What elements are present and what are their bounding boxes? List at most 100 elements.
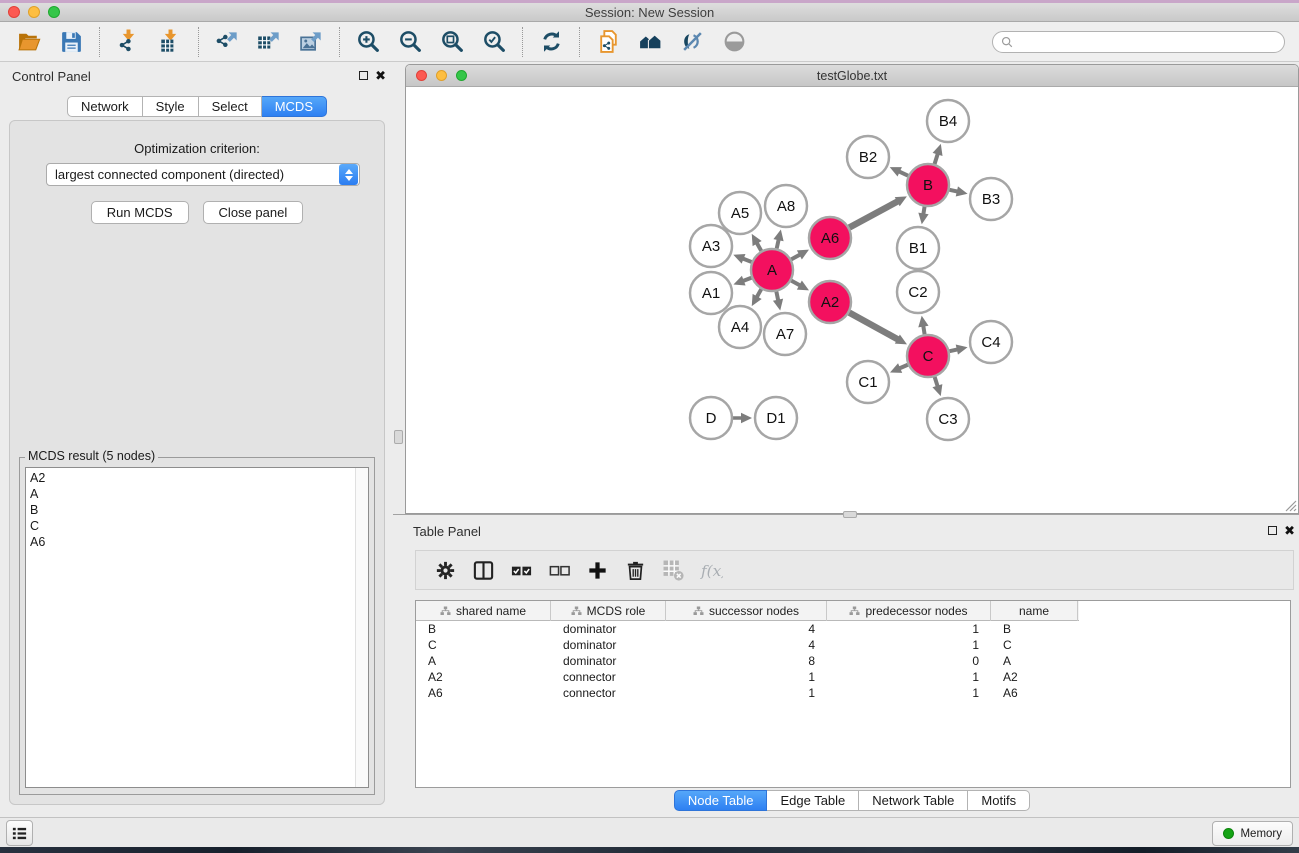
import-table-button[interactable]: [157, 29, 183, 55]
control-panel-title: Control Panel: [12, 69, 91, 84]
zoom-in-button[interactable]: [355, 29, 381, 55]
cell-predecessor-nodes: 1: [827, 622, 991, 636]
result-item[interactable]: B: [30, 502, 355, 518]
eye-button[interactable]: [721, 29, 747, 55]
zoom-selected-button[interactable]: [481, 29, 507, 55]
home-button[interactable]: [637, 29, 663, 55]
table-body: Bdominator41BCdominator41CAdominator80AA…: [416, 621, 1290, 701]
graph-node-label-D1: D1: [766, 410, 785, 427]
result-item[interactable]: C: [30, 518, 355, 534]
deselect-all-button[interactable]: [546, 557, 572, 583]
control-panel-tabs: NetworkStyleSelectMCDS: [4, 96, 390, 117]
graph-node-label-C: C: [923, 348, 934, 365]
result-item[interactable]: A2: [30, 470, 355, 486]
graph-arrowhead-A-A8: [773, 229, 783, 241]
table-row[interactable]: A6connector11A6: [416, 685, 1290, 701]
cell-name: B: [991, 622, 1078, 636]
column-header-name[interactable]: name: [991, 601, 1078, 621]
home-icon: [638, 29, 663, 54]
duplicate-network-icon: [596, 29, 621, 54]
tab-motifs[interactable]: Motifs: [968, 790, 1030, 811]
column-header-successor-nodes[interactable]: successor nodes: [666, 601, 827, 621]
tab-style[interactable]: Style: [143, 96, 199, 117]
graph-node-label-C2: C2: [908, 284, 927, 301]
open-session-button[interactable]: [16, 29, 42, 55]
graph-node-label-B2: B2: [859, 149, 877, 166]
gear-button[interactable]: [432, 557, 458, 583]
result-item[interactable]: A: [30, 486, 355, 502]
graph-node-label-B1: B1: [909, 240, 927, 257]
list-icon: [11, 825, 28, 842]
toolbar-separator: [99, 27, 100, 57]
graph-arrowhead-C-C2: [918, 316, 928, 328]
tab-network-table[interactable]: Network Table: [859, 790, 968, 811]
hide-details-button[interactable]: [679, 29, 705, 55]
vertical-divider-handle[interactable]: [394, 430, 403, 444]
graph-edge-A2-C[interactable]: [849, 313, 899, 340]
tab-network[interactable]: Network: [67, 96, 143, 117]
table-header-row: shared nameMCDS rolesuccessor nodesprede…: [416, 601, 1079, 621]
criterion-select[interactable]: largest connected component (directed): [46, 163, 360, 186]
graph-edge-A6-B[interactable]: [849, 201, 899, 228]
export-network-icon: [215, 29, 240, 54]
column-header-shared-name[interactable]: shared name: [416, 601, 551, 621]
show-panels-button[interactable]: [6, 820, 33, 846]
network-canvas[interactable]: AA1A2A3A4A5A6A7A8BB1B2B3B4CC1C2C3C4DD1: [406, 87, 1298, 513]
tab-mcds[interactable]: MCDS: [262, 96, 327, 117]
zoom-out-button[interactable]: [397, 29, 423, 55]
main-titlebar: Session: New Session: [0, 3, 1299, 22]
cell-MCDS-role: connector: [551, 686, 666, 700]
sitemap-icon: [571, 606, 582, 616]
float-table-panel-icon[interactable]: [1268, 526, 1277, 535]
column-header-predecessor-nodes[interactable]: predecessor nodes: [827, 601, 991, 621]
sitemap-icon: [440, 606, 451, 616]
open-session-icon: [17, 29, 42, 54]
refresh-layout-button[interactable]: [538, 29, 564, 55]
horizontal-divider-handle[interactable]: [843, 511, 857, 518]
close-panel-icon[interactable]: ✖: [375, 70, 386, 81]
screen: Session: New Session Control Panel ✖ Net…: [0, 0, 1299, 853]
network-graph[interactable]: AA1A2A3A4A5A6A7A8BB1B2B3B4CC1C2C3C4DD1: [406, 87, 1298, 513]
run-mcds-button[interactable]: Run MCDS: [91, 201, 189, 224]
export-table-button[interactable]: [256, 29, 282, 55]
table-row[interactable]: Cdominator41C: [416, 637, 1290, 653]
mcds-result-title: MCDS result (5 nodes): [25, 449, 158, 463]
tab-edge-table[interactable]: Edge Table: [767, 790, 859, 811]
zoom-fit-button[interactable]: [439, 29, 465, 55]
eye-icon: [722, 29, 747, 54]
float-panel-icon[interactable]: [359, 71, 368, 80]
table-row[interactable]: A2connector11A2: [416, 669, 1290, 685]
import-network-button[interactable]: [115, 29, 141, 55]
criterion-select-value: largest connected component (directed): [47, 167, 339, 182]
cell-name: C: [991, 638, 1078, 652]
export-image-button[interactable]: [298, 29, 324, 55]
columns-view-icon: [472, 559, 495, 582]
select-all-icon: [510, 559, 533, 582]
graph-node-label-A7: A7: [776, 326, 794, 343]
result-scrollbar[interactable]: [355, 468, 368, 787]
toolbar-separator: [339, 27, 340, 57]
toolbar-search-field[interactable]: [992, 31, 1285, 53]
graph-node-label-C4: C4: [981, 334, 1000, 351]
duplicate-network-button[interactable]: [595, 29, 621, 55]
cell-predecessor-nodes: 0: [827, 654, 991, 668]
tab-node-table[interactable]: Node Table: [674, 790, 768, 811]
delete-column-button[interactable]: [622, 557, 648, 583]
add-column-button[interactable]: [584, 557, 610, 583]
cell-successor-nodes: 1: [666, 670, 827, 684]
close-panel-button[interactable]: Close panel: [203, 201, 304, 224]
table-row[interactable]: Bdominator41B: [416, 621, 1290, 637]
resize-grip-icon[interactable]: [1283, 498, 1297, 512]
table-row[interactable]: Adominator80A: [416, 653, 1290, 669]
search-input[interactable]: [1017, 35, 1276, 49]
save-session-button[interactable]: [58, 29, 84, 55]
export-network-button[interactable]: [214, 29, 240, 55]
memory-button[interactable]: Memory: [1212, 821, 1293, 846]
select-all-button[interactable]: [508, 557, 534, 583]
result-item[interactable]: A6: [30, 534, 355, 550]
column-header-MCDS-role[interactable]: MCDS role: [551, 601, 666, 621]
tab-select[interactable]: Select: [199, 96, 262, 117]
columns-view-button[interactable]: [470, 557, 496, 583]
close-table-panel-icon[interactable]: ✖: [1284, 525, 1295, 536]
mcds-tab-content: Optimization criterion: largest connecte…: [9, 120, 385, 805]
